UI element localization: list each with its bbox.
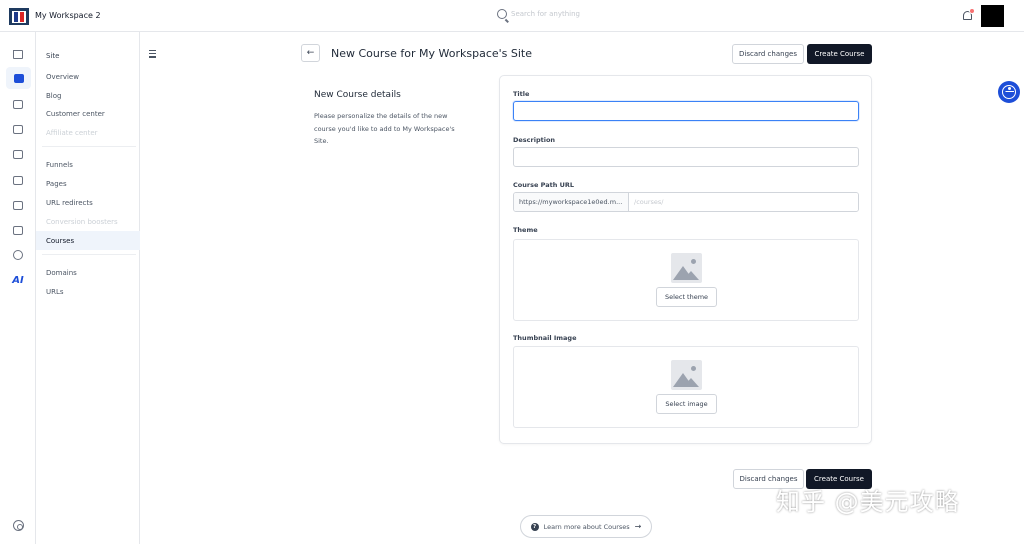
workspace-name[interactable]: My Workspace 2 (35, 11, 101, 20)
create-course-button[interactable]: Create Course (807, 44, 872, 64)
select-theme-button[interactable]: Select theme (656, 287, 717, 307)
arrow-right-icon: → (634, 522, 642, 531)
help-icon[interactable] (13, 520, 24, 531)
main-content: ← New Course for My Workspace's Site Dis… (140, 32, 1024, 544)
course-path-url: https://myworkspace1e0ed.m... (513, 192, 859, 212)
back-button[interactable]: ← (301, 44, 320, 62)
website-icon[interactable] (6, 67, 31, 89)
url-label: Course Path URL (513, 181, 575, 189)
details-title: New Course details (314, 90, 401, 100)
home-icon[interactable] (9, 45, 27, 63)
nav-item-domains[interactable]: Domains (36, 263, 140, 282)
automation-icon[interactable] (9, 221, 27, 239)
accessibility-icon (1002, 85, 1016, 99)
search-icon (497, 9, 507, 19)
nav-item-urls[interactable]: URLs (36, 282, 140, 301)
select-image-button[interactable]: Select image (656, 394, 717, 414)
store-icon[interactable] (9, 95, 27, 113)
learn-more-link[interactable]: ? Learn more about Courses → (520, 515, 652, 538)
app-logo[interactable] (9, 8, 29, 25)
site-subnav: Site Overview Blog Customer center Affil… (36, 32, 140, 544)
description-input[interactable] (513, 147, 859, 167)
arrow-left-icon: ← (306, 48, 315, 58)
learn-more-label: Learn more about Courses (543, 522, 630, 531)
nav-item-courses[interactable]: Courses (36, 231, 140, 250)
menu-icon[interactable] (149, 50, 156, 60)
top-bar: My Workspace 2 Search for anything (0, 0, 1024, 32)
nav-item-blog[interactable]: Blog (36, 86, 140, 105)
notification-dot (969, 8, 975, 14)
url-prefix: https://myworkspace1e0ed.m... (514, 193, 629, 211)
ai-icon[interactable]: AI (9, 271, 27, 289)
contacts-icon[interactable] (9, 145, 27, 163)
search-placeholder[interactable]: Search for anything (511, 10, 580, 18)
page-title: New Course for My Workspace's Site (331, 47, 533, 60)
course-form-card: Title Description Course Path URL https:… (499, 75, 872, 444)
url-path-input[interactable] (629, 193, 858, 211)
thumbnail-label: Thumbnail Image (513, 334, 577, 342)
accessibility-button[interactable] (998, 81, 1020, 103)
analytics-icon[interactable] (9, 171, 27, 189)
settings-icon[interactable] (9, 246, 27, 264)
nav-item-affiliate-center: Affiliate center (46, 128, 98, 137)
cart-icon[interactable] (9, 120, 27, 138)
nav-item-funnels[interactable]: Funnels (36, 155, 140, 174)
nav-item-conversion-boosters: Conversion boosters (46, 217, 118, 226)
description-label: Description (513, 136, 556, 144)
global-search[interactable]: Search for anything (497, 9, 580, 19)
nav-divider (42, 146, 136, 147)
title-label: Title (513, 90, 530, 98)
email-icon[interactable] (9, 196, 27, 214)
nav-item-customer-center[interactable]: Customer center (36, 104, 140, 123)
image-placeholder-icon (671, 360, 702, 390)
watermark: 知乎 @美元攻略 (776, 488, 960, 516)
discard-changes-button[interactable]: Discard changes (732, 44, 804, 64)
avatar[interactable] (981, 5, 1004, 27)
nav-section-site[interactable]: Site (36, 46, 140, 65)
thumbnail-dropzone[interactable]: Select image (513, 346, 859, 428)
icon-rail: AI (0, 32, 36, 544)
nav-item-overview[interactable]: Overview (36, 67, 140, 86)
title-input[interactable] (513, 101, 859, 121)
theme-dropzone[interactable]: Select theme (513, 239, 859, 321)
notifications-button[interactable] (962, 8, 975, 23)
nav-item-pages[interactable]: Pages (36, 174, 140, 193)
theme-label: Theme (513, 226, 538, 234)
question-icon: ? (530, 522, 539, 531)
nav-divider (42, 254, 136, 255)
details-description: Please personalize the details of the ne… (314, 112, 455, 145)
image-placeholder-icon (671, 253, 702, 283)
nav-item-url-redirects[interactable]: URL redirects (36, 193, 140, 212)
